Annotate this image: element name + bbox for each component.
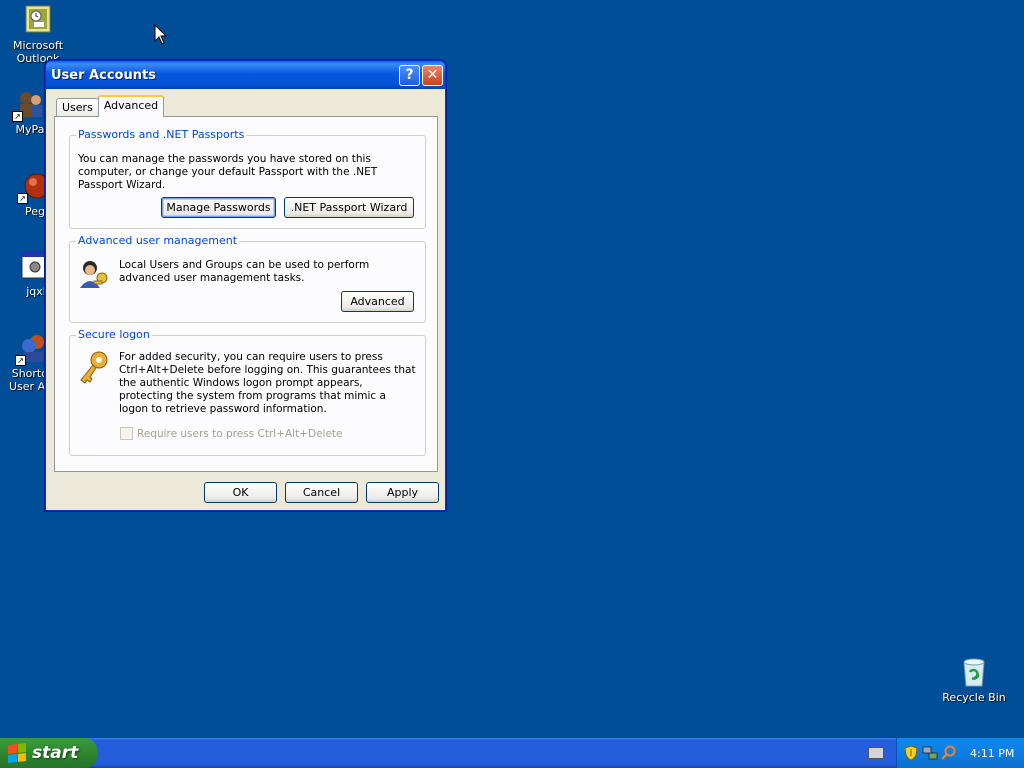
advanced-button[interactable]: Advanced bbox=[341, 291, 414, 312]
require-ctrl-alt-delete-row[interactable]: Require users to press Ctrl+Alt+Delete bbox=[120, 427, 342, 440]
start-button[interactable]: start bbox=[0, 738, 97, 768]
windows-logo-icon bbox=[8, 743, 26, 763]
user-accounts-dialog: User Accounts ? ✕ Users Advanced Passwor… bbox=[45, 60, 446, 511]
window-title: User Accounts bbox=[51, 67, 156, 83]
secure-logon-group: Secure logon For added security, you can… bbox=[69, 328, 426, 456]
outlook-icon bbox=[22, 4, 54, 36]
close-icon: ✕ bbox=[426, 67, 439, 83]
users-key-icon bbox=[77, 258, 111, 293]
require-ctrl-alt-delete-checkbox[interactable] bbox=[120, 427, 133, 440]
net-passport-wizard-button[interactable]: .NET Passport Wizard bbox=[284, 197, 414, 218]
close-button[interactable]: ✕ bbox=[422, 65, 443, 86]
help-button[interactable]: ? bbox=[399, 65, 420, 86]
shortcut-arrow-icon: ↗ bbox=[17, 193, 28, 204]
network-icon[interactable] bbox=[922, 745, 938, 761]
tab-users[interactable]: Users bbox=[56, 98, 99, 117]
search-icon[interactable] bbox=[941, 745, 957, 761]
group-title: Passwords and .NET Passports bbox=[76, 128, 247, 141]
clock[interactable]: 4:11 PM bbox=[970, 747, 1014, 760]
keyboard-icon[interactable] bbox=[868, 747, 884, 759]
group-title: Advanced user management bbox=[76, 234, 240, 247]
desktop-icon-outlook[interactable]: Microsoft Outlook bbox=[0, 4, 76, 65]
key-icon bbox=[77, 350, 111, 389]
people-icon: ↗ bbox=[12, 88, 46, 122]
advanced-tab-panel: Passwords and .NET Passports You can man… bbox=[54, 116, 438, 472]
passwords-description: You can manage the passwords you have st… bbox=[78, 153, 378, 191]
security-shield-icon[interactable] bbox=[903, 745, 919, 761]
group-title: Secure logon bbox=[76, 328, 152, 341]
desktop-icon-recycle-bin[interactable]: Recycle Bin bbox=[935, 656, 1013, 704]
shortcut-arrow-icon: ↗ bbox=[12, 111, 23, 122]
shortcut-arrow-icon: ↗ bbox=[15, 355, 26, 366]
checkbox-label: Require users to press Ctrl+Alt+Delete bbox=[137, 427, 343, 440]
dialog-body: Users Advanced Passwords and .NET Passpo… bbox=[49, 89, 442, 507]
start-label: start bbox=[32, 743, 79, 763]
desktop-icon-label: Recycle Bin bbox=[942, 691, 1006, 704]
system-tray: 4:11 PM bbox=[896, 738, 1024, 768]
taskbar: start 4:11 PM bbox=[0, 738, 1024, 768]
secure-logon-description: For added security, you can require user… bbox=[119, 351, 416, 415]
advanced-description: Local Users and Groups can be used to pe… bbox=[119, 259, 370, 284]
title-bar[interactable]: User Accounts ? ✕ bbox=[46, 61, 445, 89]
recycle-bin-icon bbox=[958, 656, 990, 688]
cancel-button[interactable]: Cancel bbox=[285, 482, 358, 503]
advanced-user-management-group: Advanced user management Local Users and… bbox=[69, 234, 426, 323]
apply-button[interactable]: Apply bbox=[366, 482, 439, 503]
tab-advanced[interactable]: Advanced bbox=[97, 95, 165, 117]
tab-strip: Users Advanced bbox=[56, 95, 165, 117]
mouse-cursor-icon bbox=[154, 23, 168, 49]
ok-button[interactable]: OK bbox=[204, 482, 277, 503]
desktop-icon-label: Microsoft bbox=[12, 39, 64, 52]
passwords-group: Passwords and .NET Passports You can man… bbox=[69, 128, 426, 229]
manage-passwords-button[interactable]: Manage Passwords bbox=[161, 197, 276, 218]
help-icon: ? bbox=[405, 67, 414, 83]
